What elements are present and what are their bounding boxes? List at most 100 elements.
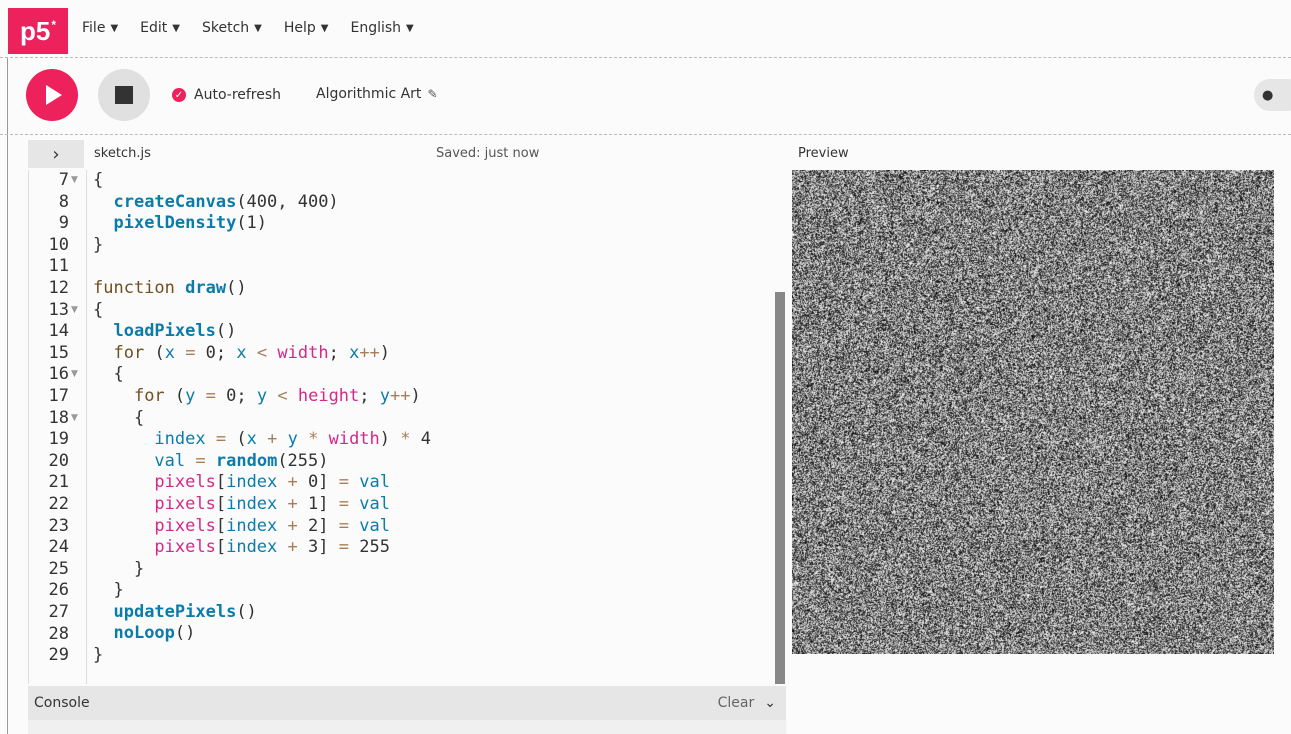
line-number: 9 xyxy=(29,213,69,235)
console-header: Console Clear ⌄ xyxy=(28,686,786,720)
line-number: 28 xyxy=(29,624,69,646)
line-number: 21 xyxy=(29,472,69,494)
code-line: } xyxy=(93,235,431,257)
code-line: pixelDensity(1) xyxy=(93,213,431,235)
line-number: 15 xyxy=(29,343,69,365)
save-status: Saved: just now xyxy=(436,146,539,161)
code-line: noLoop() xyxy=(93,623,431,645)
fold-arrow-icon[interactable]: ▼ xyxy=(71,408,78,430)
line-number: 13 xyxy=(29,300,69,322)
menu-help[interactable]: Help ▼ xyxy=(284,20,329,36)
line-number: 26 xyxy=(29,580,69,602)
caret-down-icon: ▼ xyxy=(172,23,180,34)
menu-file-label: File xyxy=(82,20,105,36)
menu-sketch[interactable]: Sketch ▼ xyxy=(202,20,262,36)
line-number: 24 xyxy=(29,537,69,559)
caret-down-icon: ▼ xyxy=(254,23,262,34)
sketch-title-text: Algorithmic Art xyxy=(316,86,421,102)
menu-help-label: Help xyxy=(284,20,316,36)
caret-down-icon: ▼ xyxy=(406,23,414,34)
line-number: 23 xyxy=(29,516,69,538)
p5-logo[interactable]: p5 * xyxy=(8,8,68,54)
code-line: { xyxy=(93,364,431,386)
menu-language[interactable]: English ▼ xyxy=(350,20,413,36)
line-number: 29 xyxy=(29,645,69,667)
line-number: 19 xyxy=(29,429,69,451)
line-number: 14 xyxy=(29,321,69,343)
code-line: val = random(255) xyxy=(93,451,431,473)
line-number: 17 xyxy=(29,386,69,408)
line-number: 10 xyxy=(29,235,69,257)
line-number: 27 xyxy=(29,602,69,624)
auto-refresh-toggle[interactable]: ✓ Auto-refresh xyxy=(172,87,281,103)
line-number-gutter: 7 ▼ 8 9 10 11 12 13 ▼ 14 15 16 ▼ 17 18 ▼ 19 20 21 22 23 24 25 2… xyxy=(29,170,87,684)
fold-arrow-icon[interactable]: ▼ xyxy=(71,364,78,386)
auto-refresh-label: Auto-refresh xyxy=(194,87,281,103)
line-number: 11 xyxy=(29,256,69,278)
menu-bar: File ▼ Edit ▼ Sketch ▼ Help ▼ English ▼ xyxy=(82,20,414,36)
code-line: for (x = 0; x < width; x++) xyxy=(93,343,431,365)
code-line: pixels[index + 2] = val xyxy=(93,516,431,538)
line-number: 25 xyxy=(29,559,69,581)
code-area[interactable]: { createCanvas(400, 400) pixelDensity(1)… xyxy=(93,170,431,667)
preferences-button[interactable]: ● xyxy=(1254,79,1291,111)
code-line: } xyxy=(93,559,431,581)
file-name: sketch.js xyxy=(94,146,151,161)
play-button[interactable] xyxy=(26,69,78,121)
toolbar: ✓ Auto-refresh Algorithmic Art ✎ ● xyxy=(0,59,1291,135)
fold-arrow-icon[interactable]: ▼ xyxy=(71,170,78,192)
p5-editor: p5 * File ▼ Edit ▼ Sketch ▼ Help ▼ English ▼ ✓… xyxy=(0,0,1291,734)
code-editor[interactable]: 7 ▼ 8 9 10 11 12 13 ▼ 14 15 16 ▼ 17 18 ▼ 19 20 21 22 23 24 25 2… xyxy=(28,170,786,684)
line-number: 8 xyxy=(29,192,69,214)
preview-label: Preview xyxy=(798,146,849,161)
code-line: { xyxy=(93,170,431,192)
code-line: { xyxy=(93,408,431,430)
line-number: 20 xyxy=(29,451,69,473)
top-nav: p5 * File ▼ Edit ▼ Sketch ▼ Help ▼ English ▼ xyxy=(0,0,1291,58)
caret-down-icon: ▼ xyxy=(321,23,329,34)
line-number: 22 xyxy=(29,494,69,516)
code-line: index = (x + y * width) * 4 xyxy=(93,429,431,451)
code-line: createCanvas(400, 400) xyxy=(93,192,431,214)
fold-arrow-icon[interactable]: ▼ xyxy=(71,300,78,322)
stop-button[interactable] xyxy=(98,69,150,121)
console-body xyxy=(28,720,786,734)
code-line: { xyxy=(93,300,431,322)
code-line: pixels[index + 3] = 255 xyxy=(93,537,431,559)
menu-sketch-label: Sketch xyxy=(202,20,249,36)
sidebar-toggle-button[interactable]: › xyxy=(28,140,84,168)
code-line: } xyxy=(93,580,431,602)
chevron-right-icon: › xyxy=(52,144,59,165)
menu-language-label: English xyxy=(350,20,401,36)
menu-edit-label: Edit xyxy=(140,20,167,36)
menu-edit[interactable]: Edit ▼ xyxy=(140,20,180,36)
sketch-preview-canvas[interactable] xyxy=(792,170,1274,654)
code-line xyxy=(93,256,431,278)
code-line: updatePixels() xyxy=(93,602,431,624)
line-number: 12 xyxy=(29,278,69,300)
checkmark-icon[interactable]: ✓ xyxy=(172,88,186,102)
pencil-icon[interactable]: ✎ xyxy=(427,87,437,101)
caret-down-icon: ▼ xyxy=(110,23,118,34)
chevron-down-icon[interactable]: ⌄ xyxy=(764,695,776,711)
editor-scrollbar[interactable] xyxy=(775,292,785,684)
console-label: Console xyxy=(34,695,90,711)
logo-text: p5 xyxy=(20,16,50,47)
code-line: for (y = 0; y < height; y++) xyxy=(93,386,431,408)
menu-file[interactable]: File ▼ xyxy=(82,20,118,36)
code-line: loadPixels() xyxy=(93,321,431,343)
code-line: function draw() xyxy=(93,278,431,300)
console-clear-button[interactable]: Clear xyxy=(718,695,755,711)
line-number: 7 xyxy=(29,170,69,192)
code-line: } xyxy=(93,645,431,667)
console-controls: Clear ⌄ xyxy=(718,695,776,711)
logo-asterisk: * xyxy=(51,18,56,32)
line-number: 16 xyxy=(29,364,69,386)
line-number: 18 xyxy=(29,408,69,430)
play-icon xyxy=(46,85,62,105)
sketch-title[interactable]: Algorithmic Art ✎ xyxy=(316,86,438,102)
globe-icon: ● xyxy=(1262,88,1273,103)
code-line: pixels[index + 0] = val xyxy=(93,472,431,494)
stop-icon xyxy=(115,86,133,104)
code-line: pixels[index + 1] = val xyxy=(93,494,431,516)
